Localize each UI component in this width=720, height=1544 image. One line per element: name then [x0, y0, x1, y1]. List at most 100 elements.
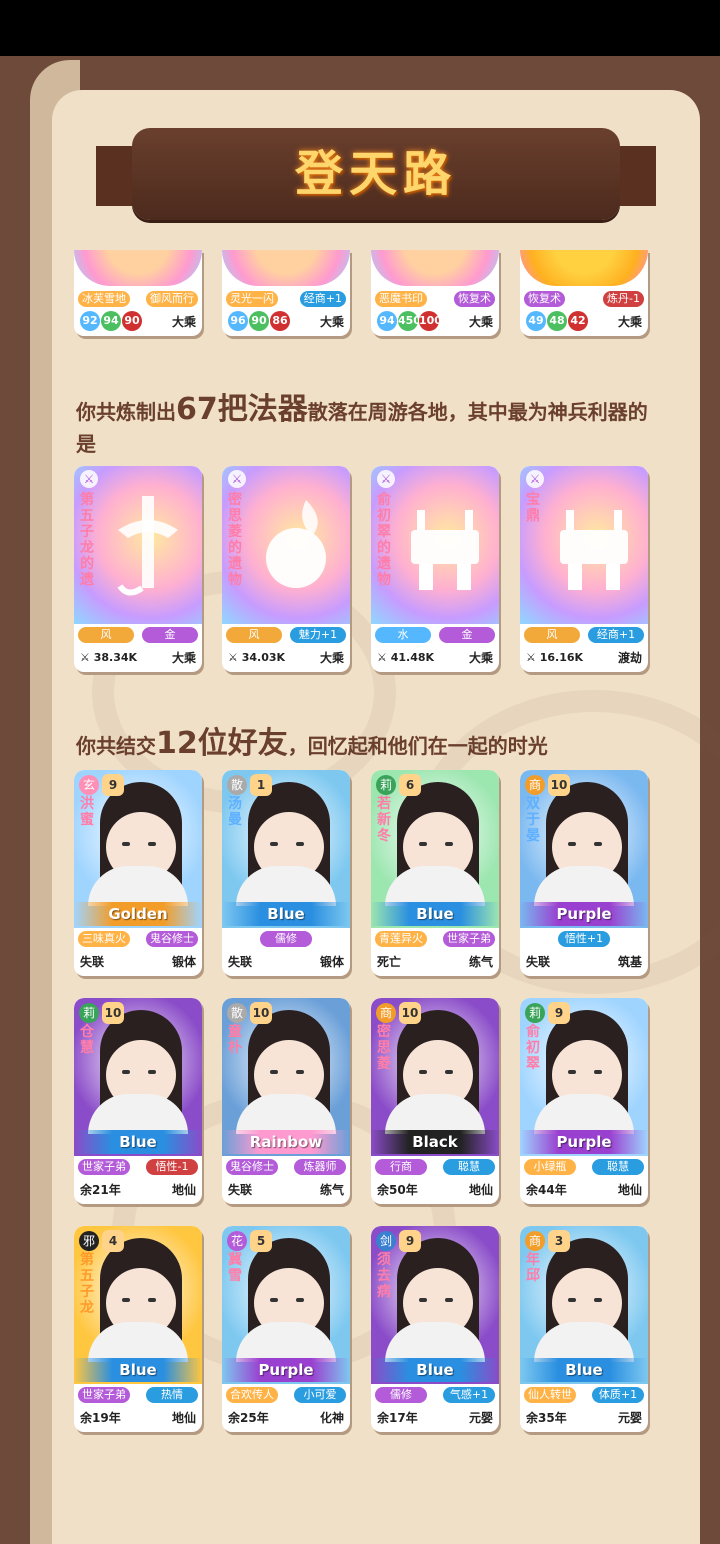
- page-title: 登天路: [294, 146, 457, 202]
- weapon-card[interactable]: ⚔ 宝鼎风经商+1 ⚔ 16.16K 渡劫: [520, 466, 648, 672]
- realm-label: 地仙: [468, 1182, 493, 1197]
- power-value: 38.34K: [93, 650, 138, 664]
- element-tag: 风: [524, 627, 580, 643]
- level-badge: 10: [250, 1002, 272, 1024]
- status-row: 余21年 地仙: [80, 1180, 196, 1198]
- friend-card[interactable]: 剑 9 须去病 Blue 儒修 气感+1 余17年 元婴: [371, 1226, 499, 1432]
- card-art: [74, 250, 202, 286]
- friend-card[interactable]: 花 5 冀雪 Purple 合欢传人 小可爱 余25年 化神: [222, 1226, 350, 1432]
- status-row: 失联 锻体: [80, 952, 196, 970]
- realm-label: 大乘: [171, 314, 196, 329]
- friend-card[interactable]: 商 3 年邱 Blue 仙人转世 体质+1 余35年 元婴: [520, 1226, 648, 1432]
- power-group: ⚔ 34.03K: [228, 651, 285, 664]
- friend-card[interactable]: 邪 4 第五子龙 Blue 世家子弟 热情 余19年 地仙: [74, 1226, 202, 1432]
- realm-label: 大乘: [319, 650, 344, 665]
- weapon-name: 俞初翠的遗物: [377, 492, 391, 588]
- trait-tag: 体质+1: [592, 1387, 644, 1403]
- tag-row: 小绿瓶 聪慧: [524, 1158, 644, 1176]
- trait-tag: 合欢传人: [226, 1387, 278, 1403]
- eye: [568, 1070, 576, 1074]
- status-row: 余50年 地仙: [377, 1180, 493, 1198]
- sect-badge: 散: [227, 1003, 247, 1023]
- friend-status: 失联: [228, 954, 253, 969]
- element-tag: 金: [142, 627, 198, 643]
- friend-card[interactable]: 玄 9 洪蜜 Golden 三味真火 鬼谷修士 失联 锻体: [74, 770, 202, 976]
- friend-status: 失联: [526, 954, 551, 969]
- trait-tag: 小可爱: [294, 1387, 346, 1403]
- realm-label: 地仙: [171, 1182, 196, 1197]
- eye: [445, 842, 453, 846]
- trait-tag: 鬼谷修士: [146, 931, 198, 947]
- stat-value: 48: [547, 311, 567, 331]
- realm-label: 地仙: [617, 1182, 642, 1197]
- status-row: 余25年 化神: [228, 1408, 344, 1426]
- stat-value: 100: [419, 311, 442, 331]
- friend-card[interactable]: 散 10 童朴 Rainbow 鬼谷修士 炼器师 失联 练气: [222, 998, 350, 1204]
- eye: [445, 1298, 453, 1302]
- tag-row: 三味真火 鬼谷修士: [78, 930, 198, 948]
- stat-value: 94: [377, 311, 397, 331]
- sect-badge: 玄: [79, 775, 99, 795]
- artifact-card[interactable]: 恶魔书印 恢复术 94 450100 大乘: [371, 250, 499, 336]
- status-row: 余19年 地仙: [80, 1408, 196, 1426]
- trait-tag: 恢复术: [524, 291, 565, 307]
- trait-tag: 行商: [375, 1159, 427, 1175]
- rank-label: Blue: [371, 902, 499, 926]
- friend-status: 失联: [228, 1182, 253, 1197]
- element-tag: 风: [226, 627, 282, 643]
- weapon-card[interactable]: ⚔ 第五子龙的遗风金 ⚔ 38.34K 大乘: [74, 466, 202, 672]
- stat-value: 96: [228, 311, 248, 331]
- tag-row: 儒修 气感+1: [375, 1386, 495, 1404]
- friend-status: 余50年: [377, 1182, 418, 1197]
- stat-value: 90: [249, 311, 269, 331]
- realm-label: 化神: [319, 1410, 344, 1425]
- rank-label: Purple: [520, 1130, 648, 1154]
- realm-label: 大乘: [468, 314, 493, 329]
- stat-value: 450: [398, 311, 421, 331]
- friend-name: 双于晏: [526, 796, 540, 844]
- artifact-card[interactable]: 恢复术 炼丹-1 49 48 42 大乘: [520, 250, 648, 336]
- element-tag: 经商+1: [588, 627, 644, 643]
- friend-card[interactable]: 商 10 双于晏 Purple 悟性+1 失联 筑基: [520, 770, 648, 976]
- tag-row: 世家子弟 热情: [78, 1386, 198, 1404]
- stat-value: 49: [526, 311, 546, 331]
- sect-badge: 商: [525, 775, 545, 795]
- level-badge: 5: [250, 1230, 272, 1252]
- sect-badge: 莉: [79, 1003, 99, 1023]
- friend-name: 洪蜜: [80, 796, 94, 828]
- trait-tag: 儒修: [375, 1387, 427, 1403]
- friend-card[interactable]: 莉 6 若新冬 Blue 青莲异火 世家子弟 死亡 练气: [371, 770, 499, 976]
- friend-card[interactable]: 散 1 汤曼 Blue 儒修 失联 锻体: [222, 770, 350, 976]
- card-art: [371, 250, 499, 286]
- status-row: 失联 练气: [228, 1180, 344, 1198]
- realm-label: 元婴: [617, 1410, 642, 1425]
- tag-row: 世家子弟 悟性-1: [78, 1158, 198, 1176]
- power-group: ⚔ 16.16K: [526, 651, 583, 664]
- weapon-silhouette: [405, 490, 485, 600]
- level-badge: 10: [102, 1002, 124, 1024]
- friend-card[interactable]: 莉 10 仓慧 Blue 世家子弟 悟性-1 余21年 地仙: [74, 998, 202, 1204]
- weapon-card[interactable]: ⚔ 密思菱的遗物风魅力+1 ⚔ 34.03K 大乘: [222, 466, 350, 672]
- sect-badge: 商: [525, 1231, 545, 1251]
- friends-summary-post: ，回忆起和他们在一起的时光: [287, 734, 548, 758]
- trait-tag: 气感+1: [443, 1387, 495, 1403]
- eye: [122, 1070, 130, 1074]
- trait-tag: 世家子弟: [78, 1387, 130, 1403]
- tag-row: 水金: [375, 626, 495, 644]
- friend-card[interactable]: 商 10 密思菱 Black 行商 聪慧 余50年 地仙: [371, 998, 499, 1204]
- stat-row: 49 48 42 大乘: [526, 311, 642, 331]
- eye: [296, 1070, 304, 1074]
- eye: [296, 1298, 304, 1302]
- artifact-card[interactable]: 灵光一闪 经商+1 96 90 86 大乘: [222, 250, 350, 336]
- power-group: ⚔ 38.34K: [80, 651, 137, 664]
- crossed-swords-icon: ⚔: [228, 650, 242, 664]
- trait-tag: 儒修: [260, 931, 312, 947]
- weapon-card[interactable]: ⚔ 俞初翠的遗物水金 ⚔ 41.48K 大乘: [371, 466, 499, 672]
- weapons-summary-pre: 你共炼制出: [76, 400, 176, 424]
- sword-icon: ⚔: [80, 470, 98, 488]
- stat-value: 90: [122, 311, 142, 331]
- artifact-card[interactable]: 冰芙雪地 御风而行 92 94 90 大乘: [74, 250, 202, 336]
- eye: [270, 1298, 278, 1302]
- friend-name: 密思菱: [377, 1024, 391, 1072]
- friend-card[interactable]: 莉 9 俞初翠 Purple 小绿瓶 聪慧 余44年 地仙: [520, 998, 648, 1204]
